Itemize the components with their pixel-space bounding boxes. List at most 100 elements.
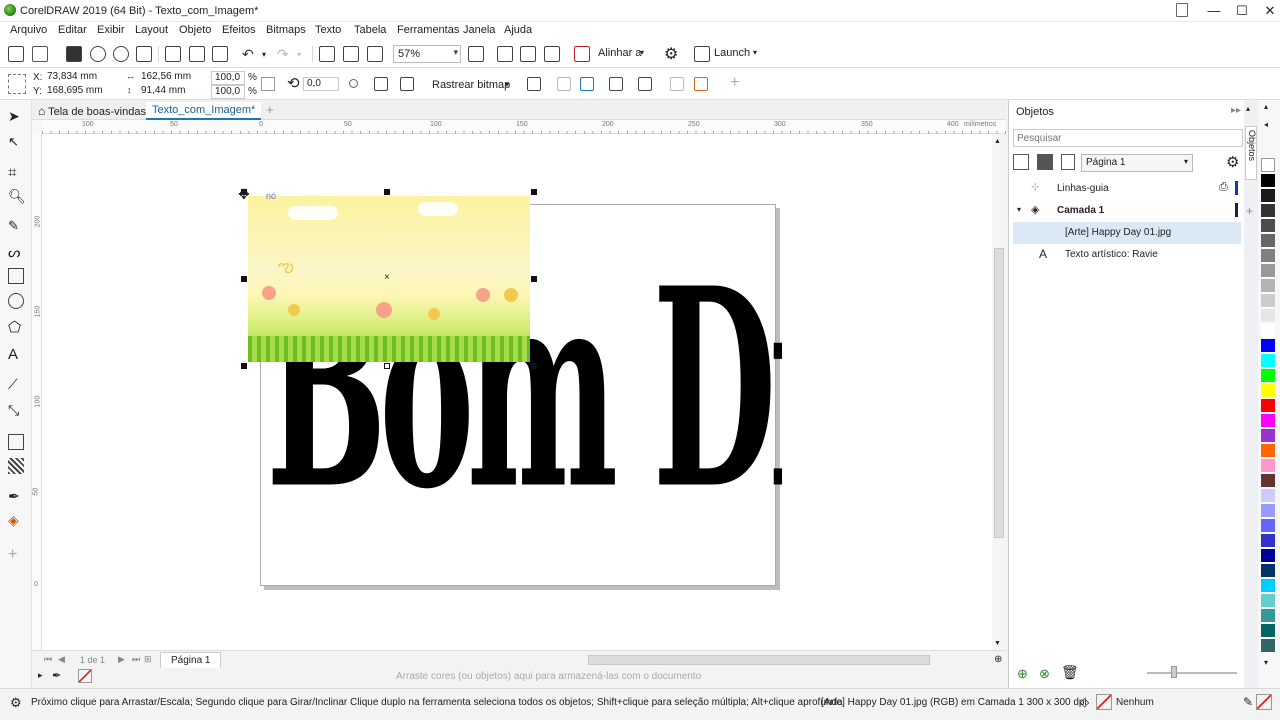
import-icon[interactable] [319, 46, 335, 62]
tree-item-text[interactable]: A Texto artístico: Ravie [1009, 244, 1245, 266]
export-icon[interactable] [343, 46, 359, 62]
color-swatch[interactable] [1261, 444, 1275, 458]
color-swatch[interactable] [1261, 459, 1275, 473]
horizontal-scroll-thumb[interactable] [588, 655, 930, 665]
first-page-icon[interactable]: ⏮ [44, 654, 52, 665]
interactive-fill-icon[interactable]: ◈ [8, 512, 24, 528]
crop-tool-icon[interactable]: ⌗ [8, 164, 24, 181]
color-swatch[interactable] [1261, 204, 1275, 218]
menu-arquivo[interactable]: Arquivo [10, 24, 47, 36]
palette-options-icon[interactable]: ◂ [1264, 120, 1268, 129]
object-origin-icon[interactable] [8, 74, 26, 94]
connector-tool-icon[interactable]: ⤡ [8, 402, 24, 418]
expand-icon[interactable]: ▾ [1017, 205, 1021, 214]
delete-icon[interactable]: 🗑︎ [1061, 664, 1079, 681]
menu-tabela[interactable]: Tabela [354, 24, 386, 36]
color-swatch[interactable] [1261, 474, 1275, 488]
eyedropper-tool-icon[interactable]: ✒ [8, 488, 24, 504]
rotation-field[interactable]: 0,0 [303, 77, 339, 91]
text-wrap-icon[interactable] [638, 77, 652, 91]
menu-janela[interactable]: Janela [463, 24, 495, 36]
artistic-media-icon[interactable]: ᔕ [8, 244, 24, 260]
menu-exibir[interactable]: Exibir [97, 24, 125, 36]
color-swatch[interactable] [1261, 564, 1275, 578]
color-swatch[interactable] [1261, 264, 1275, 278]
new-document-icon[interactable] [8, 46, 24, 62]
vertical-scroll-thumb[interactable] [994, 248, 1004, 538]
save-icon[interactable] [66, 46, 82, 62]
docker-expand-icon[interactable]: ▸▸ [1231, 105, 1241, 116]
color-swatch[interactable] [1261, 354, 1275, 368]
color-swatch[interactable] [1261, 639, 1275, 653]
launch-label[interactable]: Launch [714, 47, 750, 59]
color-swatch[interactable] [1261, 624, 1275, 638]
new-master-layer-icon[interactable]: ⊗ [1039, 666, 1055, 682]
crop-bitmap-icon[interactable] [527, 77, 541, 91]
text-tool-icon[interactable]: A [8, 346, 24, 363]
cut-icon[interactable] [165, 46, 181, 62]
next-page-icon[interactable]: ▶ [118, 654, 125, 665]
document-icon[interactable] [1176, 3, 1188, 17]
color-swatch[interactable] [1261, 249, 1275, 263]
color-swatch[interactable] [1261, 609, 1275, 623]
tab-scroll-up-icon[interactable]: ▴ [1246, 104, 1250, 113]
zoom-tool-icon[interactable]: 🔍︎ [8, 188, 26, 204]
drawing-canvas[interactable]: Bom Dia ఌ × ✥ nó [42, 134, 992, 650]
palette-scroll-up-icon[interactable]: ▴ [1264, 102, 1268, 111]
scale-height-field[interactable]: 100,0 [211, 85, 245, 99]
docker-options-gear-icon[interactable]: ⚙ [1226, 153, 1239, 171]
menu-ajuda[interactable]: Ajuda [504, 24, 532, 36]
page-select[interactable]: Página 1 ▾ [1081, 154, 1193, 172]
show-grid-icon[interactable] [520, 46, 536, 62]
outline-color-swatch[interactable] [1256, 694, 1272, 710]
vertical-scrollbar[interactable]: ▲ ▼ [992, 134, 1006, 650]
print-icon[interactable] [136, 46, 152, 62]
cloud-upload-icon[interactable] [113, 46, 129, 62]
ellipse-tool-icon[interactable] [8, 293, 24, 309]
color-swatch[interactable] [1261, 594, 1275, 608]
trace-bitmap-button[interactable]: Rastrear bitmap [432, 79, 510, 91]
add-docker-icon[interactable]: + [1246, 204, 1253, 218]
y-position-field[interactable]: 168,695 mm [44, 85, 116, 99]
copy-icon[interactable] [189, 46, 205, 62]
color-swatch[interactable] [1261, 279, 1275, 293]
color-swatch[interactable] [1261, 489, 1275, 503]
color-swatch[interactable] [1261, 309, 1275, 323]
resample-icon[interactable] [580, 77, 594, 91]
color-swatch[interactable] [1261, 504, 1275, 518]
maximize-button[interactable]: ☐ [1228, 0, 1256, 22]
redo-icon[interactable]: ↷ [277, 46, 289, 63]
tree-item-guides[interactable]: ⊹ Linhas-guia ⎙ [1009, 178, 1245, 200]
undo-dropdown-icon[interactable]: ▾ [262, 50, 266, 59]
menu-layout[interactable]: Layout [135, 24, 168, 36]
page-tab-1[interactable]: Página 1 [160, 652, 222, 669]
bitmap-border-icon[interactable] [609, 77, 623, 91]
horizontal-ruler[interactable]: 100 50 0 50 100 150 200 250 300 350 400 … [42, 120, 1006, 134]
tree-item-layer1[interactable]: ▾ ◈ Camada 1 [1009, 200, 1245, 222]
full-screen-icon[interactable] [468, 46, 484, 62]
color-swatch[interactable] [1261, 369, 1275, 383]
trace-bitmap-dropdown-icon[interactable]: ▾ [505, 80, 509, 89]
zoom-level-combo[interactable]: 57% ▾ [393, 45, 461, 63]
launch-dropdown-icon[interactable]: ▾ [753, 48, 757, 57]
menu-editar[interactable]: Editar [58, 24, 87, 36]
drop-shadow-tool-icon[interactable] [8, 434, 24, 450]
color-swatch[interactable] [1261, 534, 1275, 548]
paste-icon[interactable] [212, 46, 228, 62]
last-page-icon[interactable]: ⏭ [132, 654, 140, 665]
color-swatch[interactable] [1261, 324, 1275, 338]
menu-texto[interactable]: Texto [315, 24, 341, 36]
lock-icon[interactable]: ⎙ [1219, 181, 1228, 194]
menu-ferramentas[interactable]: Ferramentas [397, 24, 459, 36]
color-swatch[interactable] [1261, 384, 1275, 398]
eyedropper-icon[interactable]: ✒ [52, 669, 61, 682]
polygon-tool-icon[interactable]: ⬠ [8, 318, 24, 336]
menu-bitmaps[interactable]: Bitmaps [266, 24, 306, 36]
align-to-label[interactable]: Alinhar a [598, 47, 641, 59]
x-position-field[interactable]: 73,834 mm [44, 71, 116, 85]
status-settings-icon[interactable]: ⚙ [10, 695, 22, 711]
color-swatch[interactable] [1261, 399, 1275, 413]
tree-item-image[interactable]: [Arte] Happy Day 01.jpg [1013, 222, 1241, 244]
launch-icon[interactable] [694, 46, 710, 62]
align-dropdown-icon[interactable]: ▾ [640, 48, 644, 57]
